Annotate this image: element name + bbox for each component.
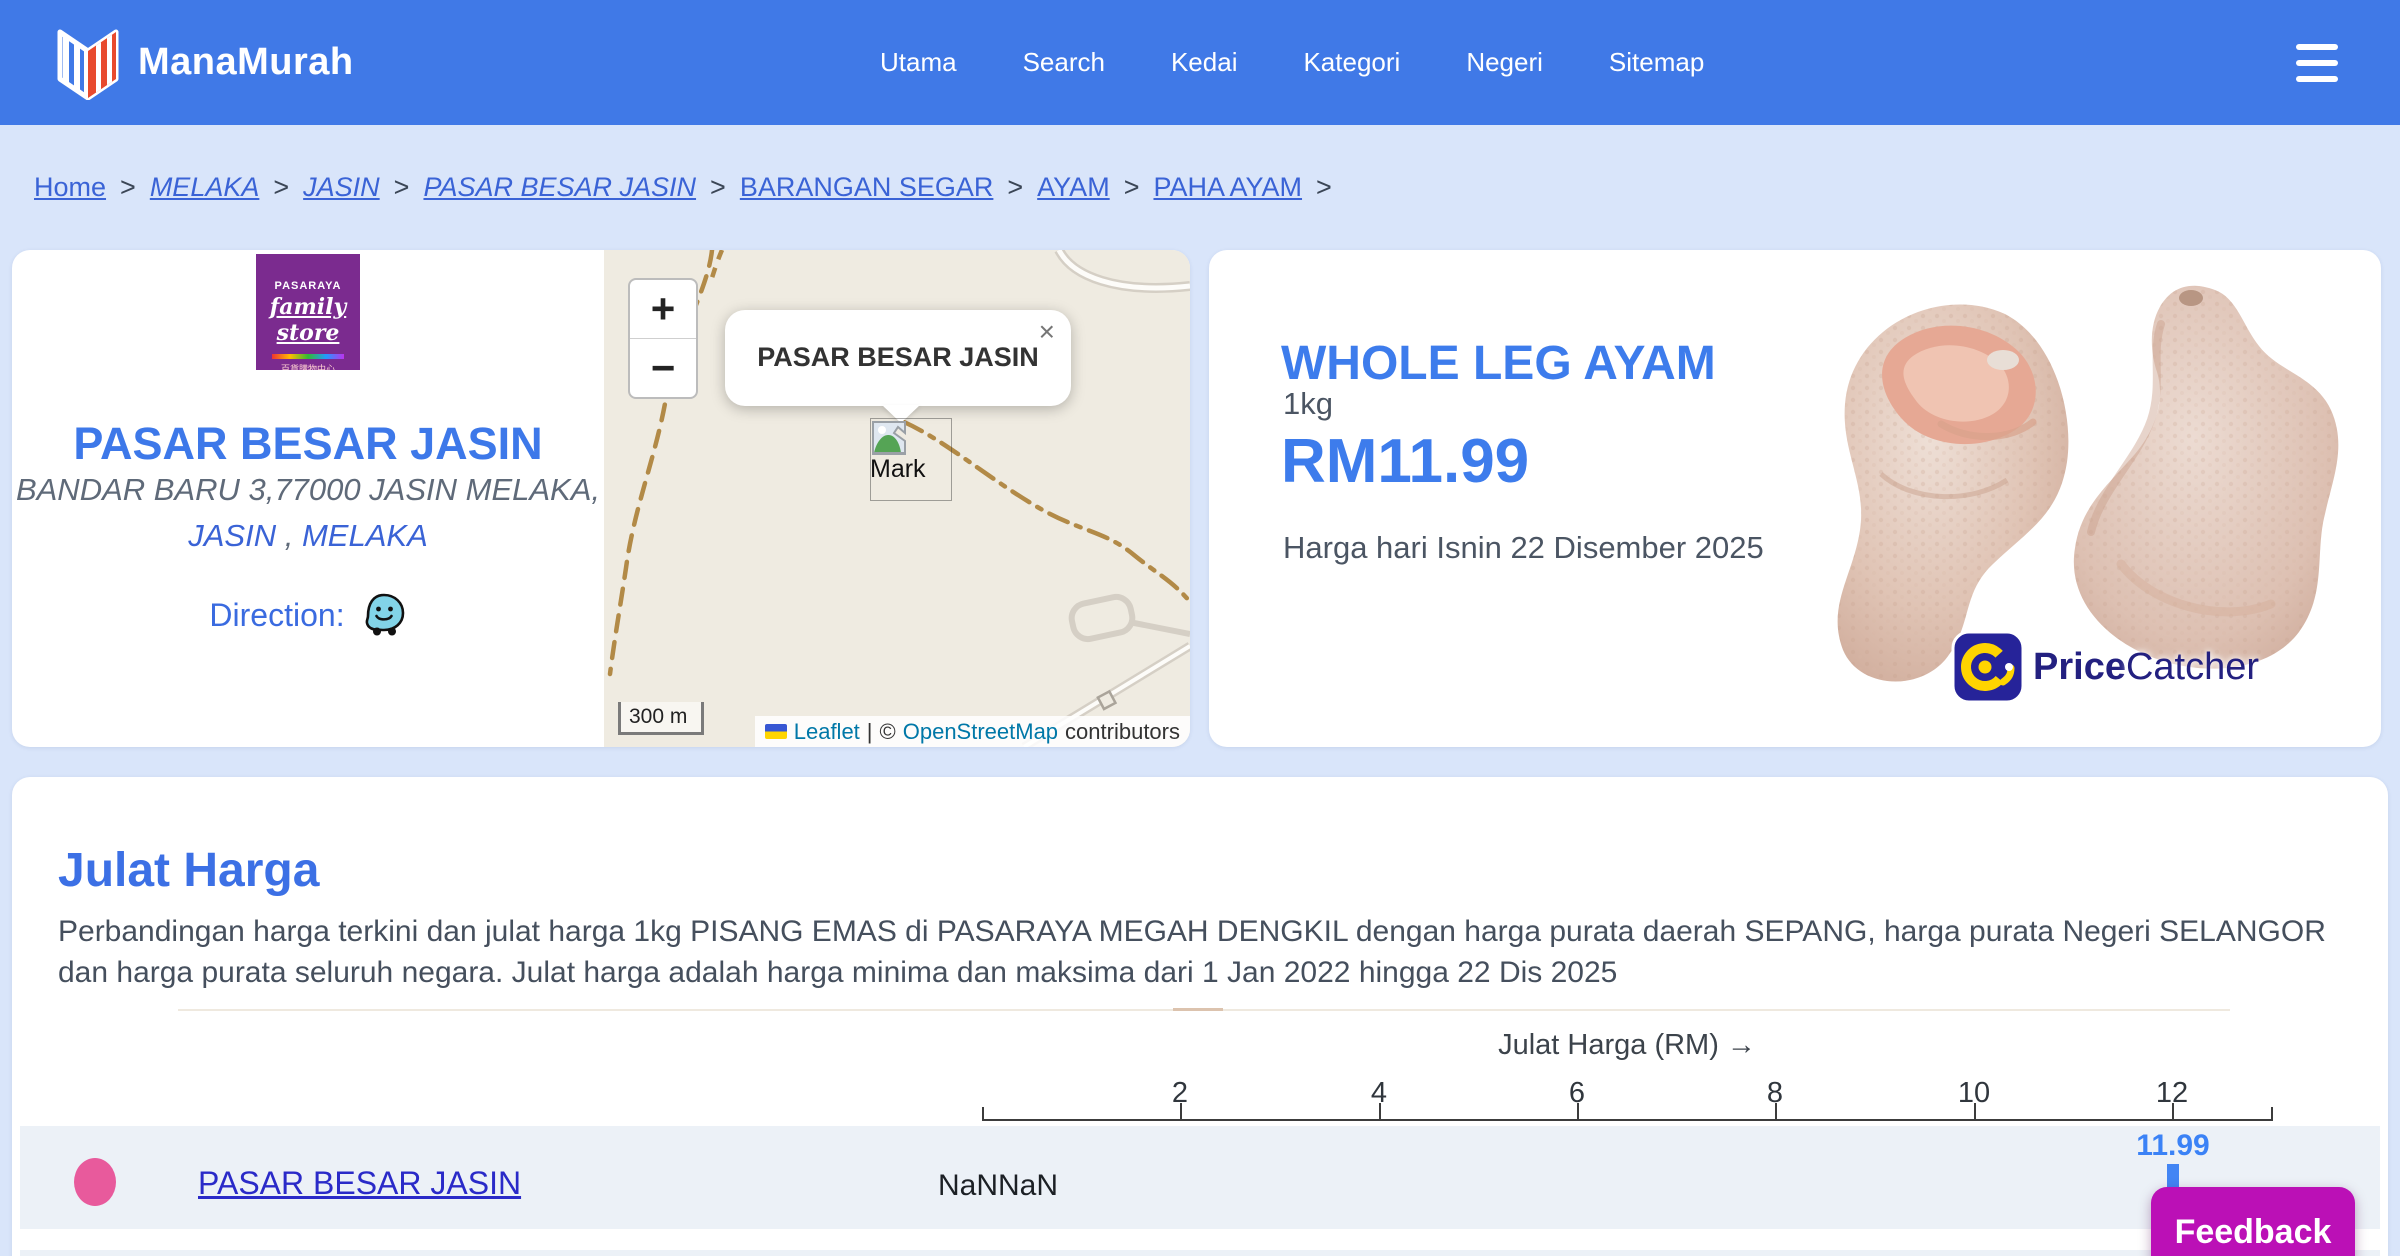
address-comma: , [285,518,294,553]
breadcrumb-barangan-segar[interactable]: BARANGAN SEGAR [740,172,994,203]
map[interactable]: + − PASAR BESAR JASIN × Mark 300 m Leafl… [604,250,1190,747]
ukraine-flag-icon [765,724,787,739]
store-logo-image: PASARAYA family store 百貨購物中心 [256,254,360,370]
x-tick-mark [1577,1103,1579,1121]
breadcrumb-separator: > [1124,172,1140,203]
map-attribution: Leaflet | © OpenStreetMap contributors [755,716,1190,747]
price-range-card: Julat Harga Perbandingan harga terkini d… [12,777,2388,1256]
x-tick-mark [2172,1103,2174,1121]
nav-sitemap[interactable]: Sitemap [1609,47,1704,78]
page: ManaMurah Utama Search Kedai Kategori Ne… [0,0,2400,1256]
district-link[interactable]: JASIN [188,518,276,553]
breadcrumb-home[interactable]: Home [34,172,106,203]
attribution-separator: | [867,719,873,745]
store-dot [74,1158,116,1206]
store-logo-top-text: PASARAYA [256,280,360,292]
pricecatcher-watermark: PriceCatcher [1951,630,2259,704]
store-logo-sub-text: 百貨購物中心 [256,362,360,370]
store-name: PASAR BESAR JASIN [12,418,604,470]
marker-alt-label: Mark [870,455,926,484]
range-value-label: NaNNaN [938,1169,1058,1203]
breadcrumb-separator: > [1007,172,1023,203]
breadcrumb-paha-ayam[interactable]: PAHA AYAM [1153,172,1302,203]
x-tick-mark [1180,1103,1182,1121]
zoom-in-button[interactable]: + [630,280,696,338]
store-card: PASARAYA family store 百貨購物中心 PASAR BESAR… [12,250,1190,747]
feedback-button[interactable]: Feedback [2151,1187,2355,1256]
zoom-out-button[interactable]: − [630,339,696,397]
breadcrumb-separator: > [120,172,136,203]
axis-end-cap [982,1107,984,1121]
store-row-link[interactable]: PASAR BESAR JASIN [198,1165,521,1202]
map-zoom-control: + − [628,278,698,399]
x-tick-mark [1974,1103,1976,1121]
contributors-text: contributors [1065,719,1180,745]
openstreetmap-link[interactable]: OpenStreetMap [903,719,1058,745]
state-link[interactable]: MELAKA [302,518,428,553]
map-popup-title: PASAR BESAR JASIN [725,342,1071,373]
breadcrumb-jasin[interactable]: JASIN [303,172,380,203]
chart-top-divider-accent [1173,1008,1223,1011]
nav-search[interactable]: Search [1023,47,1105,78]
nav-negeri[interactable]: Negeri [1466,47,1543,78]
hamburger-menu-icon[interactable] [2296,44,2338,82]
pricecatcher-logo-icon [1951,630,2025,704]
x-tick-mark [1775,1103,1777,1121]
brand-name: ManaMurah [138,41,354,84]
popup-close-icon[interactable]: × [1039,316,1055,348]
store-address: BANDAR BARU 3,77000 JASIN MELAKA, [12,472,604,508]
x-axis-label: Julat Harga (RM) → [1498,1029,1756,1062]
price-date-note: Harga hari Isnin 22 Disember 2025 [1283,530,1764,566]
nav-kedai[interactable]: Kedai [1171,47,1238,78]
product-title: WHOLE LEG AYAM [1281,336,1716,391]
product-card: WHOLE LEG AYAM 1kg RM11.99 Harga hari Is… [1209,250,2381,747]
breadcrumb-ayam[interactable]: AYAM [1037,172,1110,203]
direction-label: Direction: [209,597,344,634]
store-logo-main-text: family store [256,294,360,346]
breadcrumb-melaka[interactable]: MELAKA [150,172,260,203]
next-price-row [20,1250,2380,1256]
x-axis-line [982,1119,2273,1121]
nav-utama[interactable]: Utama [880,47,957,78]
nav-kategori[interactable]: Kategori [1303,47,1400,78]
map-scale-bar: 300 m [618,702,704,735]
waze-icon[interactable] [361,592,407,638]
site-header: ManaMurah Utama Search Kedai Kategori Ne… [0,0,2400,125]
direction-row: Direction: [12,592,604,638]
main-nav: Utama Search Kedai Kategori Negeri Sitem… [880,0,1704,125]
breadcrumb-pasar-besar-jasin[interactable]: PASAR BESAR JASIN [423,172,696,203]
breadcrumb-separator: > [710,172,726,203]
feedback-label: Feedback [2175,1213,2332,1252]
x-tick-mark [1379,1103,1381,1121]
map-popup: PASAR BESAR JASIN × [725,310,1071,406]
breadcrumb: Home > MELAKA > JASIN > PASAR BESAR JASI… [34,125,1332,250]
map-marker-broken-image-icon[interactable] [872,421,906,455]
manamurah-logo-icon [52,24,124,100]
product-unit: 1kg [1283,386,1333,422]
breadcrumb-separator: > [394,172,410,203]
price-point-label: 11.99 [2136,1129,2209,1163]
brand[interactable]: ManaMurah [52,24,354,100]
section-title: Julat Harga [58,843,319,898]
product-price: RM11.99 [1281,426,1529,497]
store-logo-rainbow-stripe [272,354,345,359]
leaflet-link[interactable]: Leaflet [794,719,860,745]
axis-end-cap [2271,1107,2273,1121]
section-description: Perbandingan harga terkini dan julat har… [58,911,2350,993]
pricecatcher-text: PriceCatcher [2033,646,2259,689]
copyright-symbol: © [880,719,896,745]
breadcrumb-separator: > [1316,172,1332,203]
store-info-pane: PASARAYA family store 百貨購物中心 PASAR BESAR… [12,250,604,747]
breadcrumb-separator: > [273,172,289,203]
store-address-links: JASIN , MELAKA [12,518,604,554]
